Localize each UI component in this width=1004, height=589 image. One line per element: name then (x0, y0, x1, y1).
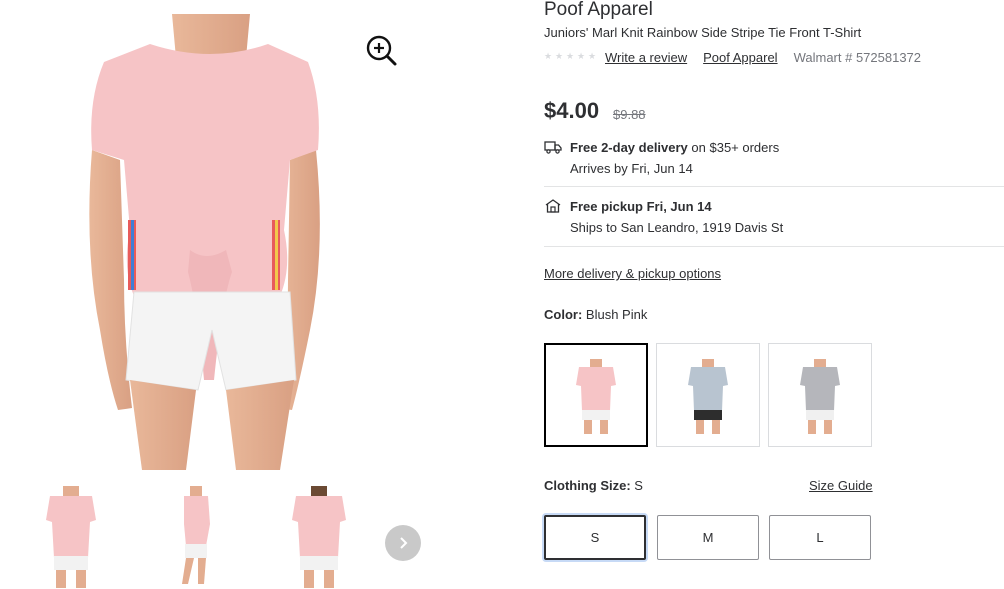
pickup-location: Ships to San Leandro, 1919 Davis St (570, 220, 784, 235)
divider (544, 246, 1004, 247)
arrival-date: Arrives by Fri, Jun 14 (570, 161, 693, 176)
more-delivery-options-link[interactable]: More delivery & pickup options (544, 266, 721, 281)
shipping-bold: Free 2-day delivery (570, 140, 688, 155)
divider (544, 186, 1004, 187)
was-price: $9.88 (613, 107, 646, 122)
brand-name: Poof Apparel (544, 0, 653, 20)
pickup-headline: Free pickup Fri, Jun 14 (570, 199, 712, 214)
current-price: $4.00 (544, 98, 600, 123)
rating-row: ★ ★ ★ ★ ★ Write a review Poof Apparel Wa… (544, 50, 921, 65)
star-icon: ★ (544, 52, 553, 62)
color-swatch-blue-grey[interactable] (656, 343, 760, 447)
walmart-number: Walmart # 572581372 (793, 50, 922, 65)
color-swatch-heather-grey[interactable] (768, 343, 872, 447)
color-swatch-blush-pink[interactable] (544, 343, 648, 447)
color-value: Blush Pink (585, 307, 648, 322)
chevron-right-icon[interactable] (385, 525, 421, 561)
product-title: Juniors' Marl Knit Rainbow Side Stripe T… (544, 25, 862, 40)
size-option-l[interactable]: L (769, 515, 871, 560)
size-label: Clothing Size: (544, 478, 631, 493)
star-rating: ★ ★ ★ ★ ★ (544, 53, 597, 62)
thumbnail-side[interactable] (160, 484, 230, 588)
pickup-bold: Free pickup Fri, Jun 14 (570, 199, 712, 214)
star-icon: ★ (555, 52, 564, 62)
brand-link[interactable]: Poof Apparel (703, 50, 777, 65)
shipping-headline: Free 2-day delivery on $35+ orders (570, 140, 779, 155)
store-icon (544, 199, 562, 213)
truck-icon (544, 140, 562, 154)
main-product-image[interactable] (0, 0, 460, 470)
star-icon: ★ (588, 52, 597, 62)
color-label: Color: (544, 307, 583, 322)
model-photo (89, 14, 320, 470)
size-option-s[interactable]: S (544, 515, 646, 560)
color-label-row: Color: Blush Pink (544, 307, 647, 322)
size-guide-link[interactable]: Size Guide (809, 478, 873, 493)
thumbnail-back[interactable] (284, 484, 354, 588)
shipping-rest: on $35+ orders (687, 140, 780, 155)
size-option-m[interactable]: M (657, 515, 759, 560)
zoom-in-icon[interactable] (364, 33, 398, 67)
size-value: S (634, 478, 643, 493)
write-review-link[interactable]: Write a review (605, 50, 687, 65)
star-icon: ★ (566, 52, 575, 62)
star-icon: ★ (577, 52, 586, 62)
thumbnail-front[interactable] (36, 484, 106, 588)
size-label-row: Clothing Size: S (544, 478, 643, 493)
